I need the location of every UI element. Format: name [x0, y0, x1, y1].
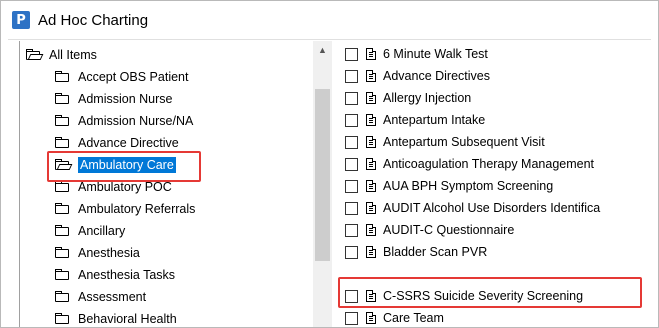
form-checkbox[interactable]	[345, 113, 358, 127]
document-icon	[366, 48, 376, 60]
tree-root-all-items[interactable]: All Items	[26, 44, 97, 65]
tree-item-label: Ancillary	[78, 223, 126, 238]
folder-icon	[55, 313, 71, 324]
folder-icon	[55, 291, 71, 302]
document-icon	[366, 180, 376, 192]
tree-item[interactable]: Ambulatory Referrals	[55, 198, 195, 219]
tree-scrollbar[interactable]: ▲	[313, 41, 332, 327]
document-icon	[366, 92, 376, 104]
tree-item-label: Behavioral Health	[78, 311, 177, 326]
form-list-item[interactable]: Antepartum Subsequent Visit	[337, 131, 545, 153]
folder-icon	[55, 203, 71, 214]
folder-icon	[55, 247, 71, 258]
form-label: Antepartum Intake	[383, 113, 486, 127]
document-icon	[366, 312, 376, 324]
app-p-icon: P	[12, 11, 30, 29]
document-icon	[366, 70, 376, 82]
document-icon	[366, 224, 376, 236]
form-label: Antepartum Subsequent Visit	[383, 135, 545, 149]
tree-item[interactable]: Ambulatory POC	[55, 176, 172, 197]
folder-icon	[55, 115, 71, 126]
form-checkbox[interactable]	[345, 311, 358, 325]
folder-icon	[55, 93, 71, 104]
form-list-item[interactable]: 6 Minute Walk Test	[337, 43, 488, 65]
form-label: 6 Minute Walk Test	[383, 47, 488, 61]
form-list-item[interactable]: Allergy Injection	[337, 87, 471, 109]
folder-open-icon	[26, 49, 44, 60]
form-list-item-highlighted[interactable]: C-SSRS Suicide Severity Screening	[337, 285, 583, 307]
folder-tree: All Items Accept OBS Patient Admission N…	[19, 41, 333, 327]
tree-item[interactable]: Admission Nurse	[55, 88, 172, 109]
form-list-item[interactable]: Antepartum Intake	[337, 109, 485, 131]
tree-item-label: Admission Nurse/NA	[78, 113, 194, 128]
form-checkbox[interactable]	[345, 47, 358, 61]
folder-open-icon	[55, 159, 73, 170]
form-label: Advance Directives	[383, 69, 490, 83]
tree-item[interactable]: Behavioral Health	[55, 308, 177, 327]
document-icon	[366, 246, 376, 258]
tree-item[interactable]: Admission Nurse/NA	[55, 110, 193, 131]
form-list-item[interactable]: AUDIT Alcohol Use Disorders Identifica	[337, 197, 600, 219]
form-label: Bladder Scan PVR	[383, 245, 488, 259]
form-checkbox[interactable]	[345, 223, 358, 237]
tree-item[interactable]: Anesthesia Tasks	[55, 264, 175, 285]
folder-icon	[55, 137, 71, 148]
tree-item[interactable]: Anesthesia	[55, 242, 140, 263]
form-list-item[interactable]: AUA BPH Symptom Screening	[337, 175, 553, 197]
form-checkbox[interactable]	[345, 135, 358, 149]
folder-icon	[55, 269, 71, 280]
form-label: AUDIT-C Questionnaire	[383, 223, 515, 237]
tree-item-label: Advance Directive	[78, 135, 179, 150]
tree-item[interactable]: Ancillary	[55, 220, 125, 241]
folder-icon	[55, 71, 71, 82]
tree-root-label: All Items	[49, 47, 97, 62]
form-checkbox[interactable]	[345, 201, 358, 215]
title-bar: P Ad Hoc Charting	[1, 1, 658, 39]
tree-item-label: Ambulatory POC	[78, 179, 172, 194]
folder-icon	[55, 181, 71, 192]
form-label: Anticoagulation Therapy Management	[383, 157, 595, 171]
forms-list: 6 Minute Walk Test Advance Directives Al…	[337, 41, 658, 327]
tree-item-label: Admission Nurse	[78, 91, 173, 106]
tree-item-label: Ambulatory Care	[78, 156, 176, 173]
tree-item[interactable]: Accept OBS Patient	[55, 66, 188, 87]
tree-item-label: Anesthesia	[78, 245, 140, 260]
form-label: Allergy Injection	[383, 91, 472, 105]
form-label: AUDIT Alcohol Use Disorders Identifica	[383, 201, 601, 215]
document-icon	[366, 114, 376, 126]
tree-item-label: Accept OBS Patient	[78, 69, 189, 84]
form-checkbox[interactable]	[345, 245, 358, 259]
tree-item-label: Ambulatory Referrals	[78, 201, 196, 216]
window-title: Ad Hoc Charting	[38, 11, 149, 29]
form-label: Care Team	[383, 311, 444, 325]
document-icon	[366, 136, 376, 148]
form-checkbox[interactable]	[345, 179, 358, 193]
form-list-item[interactable]: Bladder Scan PVR	[337, 241, 487, 263]
tree-item[interactable]: Assessment	[55, 286, 146, 307]
tree-item-label: Assessment	[78, 289, 147, 304]
title-divider	[8, 39, 651, 40]
document-icon	[366, 290, 376, 302]
document-icon	[366, 158, 376, 170]
tree-item-selected[interactable]: Ambulatory Care	[55, 154, 176, 175]
form-list-item[interactable]: Care Team	[337, 307, 444, 327]
ad-hoc-charting-window: P Ad Hoc Charting All Items Accept OBS P…	[0, 0, 659, 328]
form-checkbox[interactable]	[345, 157, 358, 171]
tree-item-label: Anesthesia Tasks	[78, 267, 176, 282]
form-label: C-SSRS Suicide Severity Screening	[383, 289, 584, 303]
form-list-item[interactable]: AUDIT-C Questionnaire	[337, 219, 514, 241]
tree-item[interactable]: Advance Directive	[55, 132, 179, 153]
form-list-item[interactable]: Anticoagulation Therapy Management	[337, 153, 594, 175]
form-list-item[interactable]: Advance Directives	[337, 65, 490, 87]
form-label: AUA BPH Symptom Screening	[383, 179, 554, 193]
scroll-thumb[interactable]	[315, 89, 330, 261]
form-checkbox[interactable]	[345, 69, 358, 83]
document-icon	[366, 202, 376, 214]
form-checkbox[interactable]	[345, 289, 358, 303]
folder-icon	[55, 225, 71, 236]
scroll-up-arrow-icon[interactable]: ▲	[313, 41, 332, 59]
form-checkbox[interactable]	[345, 91, 358, 105]
